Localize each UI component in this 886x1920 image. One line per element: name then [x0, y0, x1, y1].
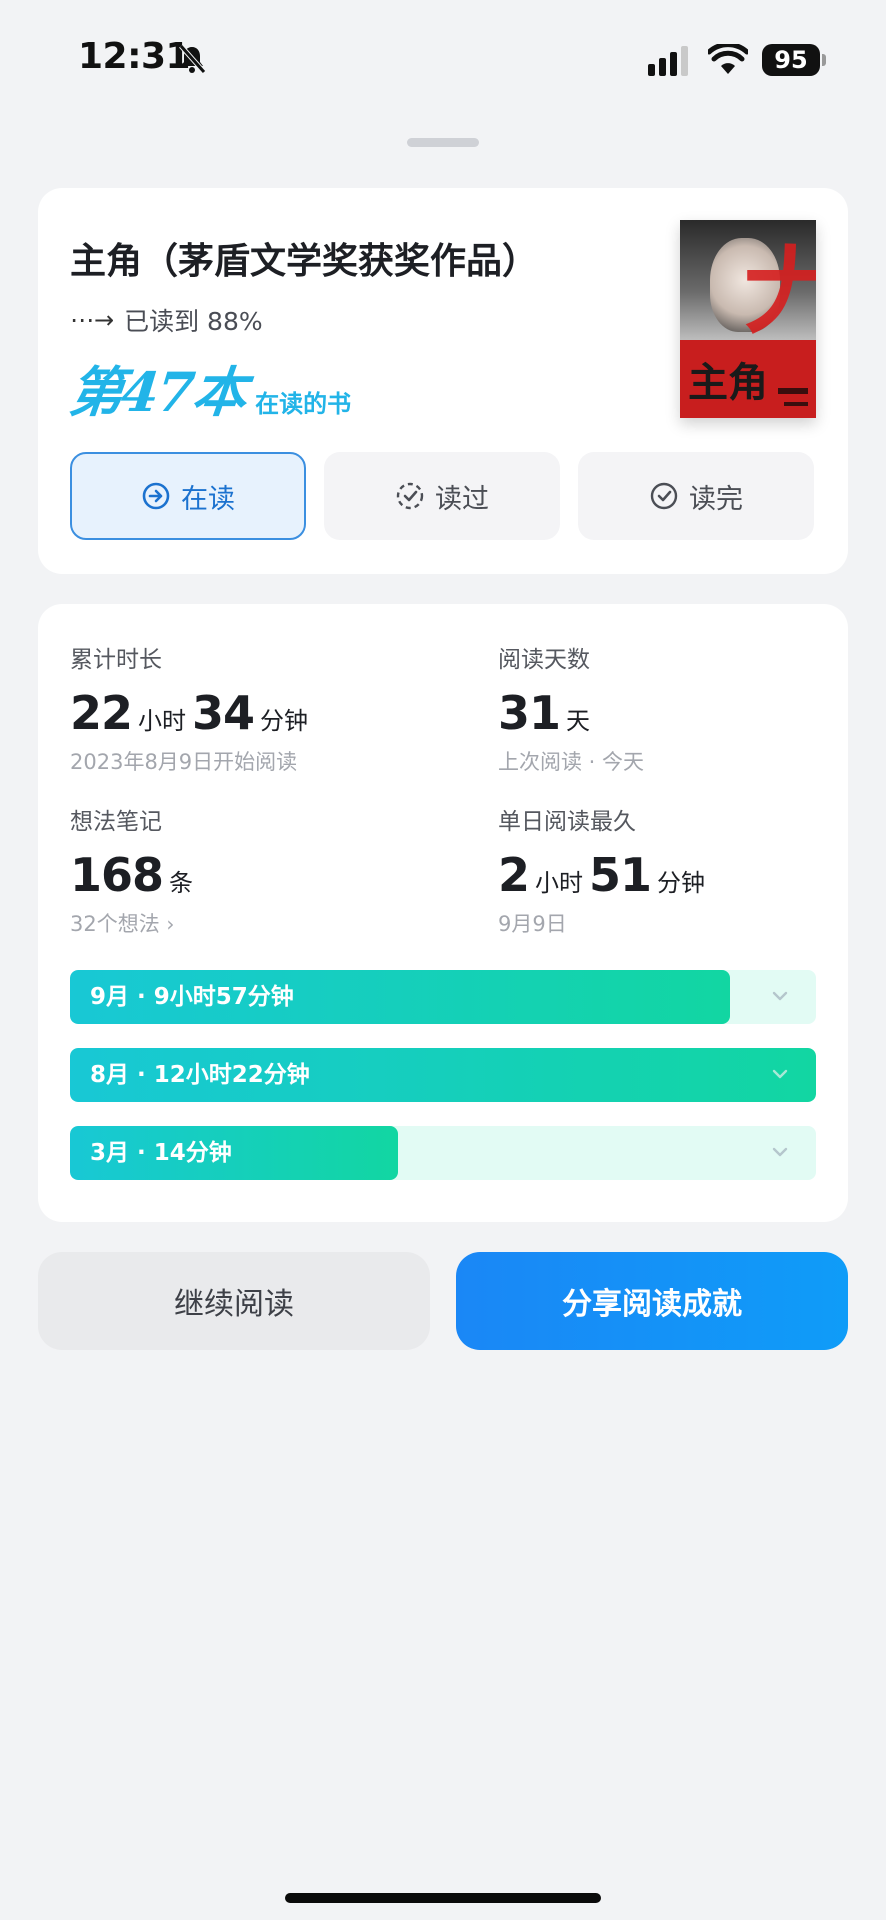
battery-indicator: 95 [762, 44, 826, 76]
status-reading-button[interactable]: 在读 [70, 452, 306, 540]
stat-notes[interactable]: 想法笔记 168 条 32个想法 › [70, 802, 430, 938]
month-bar-label: 3月 · 14分钟 [90, 1140, 232, 1166]
continue-reading-button[interactable]: 继续阅读 [38, 1252, 430, 1350]
stat-longest-day: 单日阅读最久 2 小时 51 分钟 9月9日 [498, 802, 858, 938]
stat-total-time: 累计时长 22 小时 34 分钟 2023年8月9日开始阅读 [70, 640, 430, 776]
book-card: 主角（茅盾文学奖获奖作品） ⋯→ 已读到 88% 第47本 在读的书 𠂇 主角 … [38, 188, 848, 574]
stat-number: 31 [498, 686, 561, 740]
wifi-icon [708, 44, 748, 74]
cover-calligraphy: 𠂇 [740, 232, 816, 350]
status-finished-button[interactable]: 读完 [578, 452, 814, 540]
stat-value: 22 小时 34 分钟 [70, 686, 430, 740]
stat-hours: 22 [70, 686, 133, 740]
stat-label: 想法笔记 [70, 809, 162, 835]
stat-minutes-unit: 分钟 [657, 869, 706, 897]
home-indicator[interactable] [285, 1893, 601, 1903]
cellular-signal-icon [648, 46, 688, 76]
stat-label: 单日阅读最久 [498, 809, 636, 835]
reading-progress: ⋯→ 已读到 88% [70, 302, 263, 338]
stat-hours-unit: 小时 [138, 707, 187, 735]
stat-hours: 2 [498, 848, 530, 902]
stat-sub: 9月9日 [498, 912, 567, 936]
stat-hours-unit: 小时 [535, 869, 584, 897]
chevron-right-icon: › [166, 912, 175, 936]
month-bar-label: 9月 · 9小时57分钟 [90, 984, 294, 1010]
month-bar-label: 8月 · 12小时22分钟 [90, 1062, 310, 1088]
dotted-arrow-icon: ⋯→ [70, 306, 115, 334]
rank-number: 第47本 [66, 360, 249, 424]
month-bar-march[interactable]: 3月 · 14分钟 [70, 1126, 816, 1180]
share-achievement-button[interactable]: 分享阅读成就 [456, 1252, 848, 1350]
stat-label: 累计时长 [70, 647, 162, 673]
status-read-before-label: 读过 [435, 483, 489, 515]
book-title: 主角（茅盾文学奖获奖作品） [70, 241, 539, 282]
rank-suffix: 在读的书 [255, 389, 352, 418]
chevron-down-icon [772, 991, 788, 1001]
chevron-down-icon [772, 1147, 788, 1157]
reading-stats-card: 累计时长 22 小时 34 分钟 2023年8月9日开始阅读 阅读天数 31 天… [38, 604, 848, 1222]
month-bar-september[interactable]: 9月 · 9小时57分钟 [70, 970, 816, 1024]
stat-minutes: 51 [589, 848, 652, 902]
stat-minutes-unit: 分钟 [260, 707, 309, 735]
reading-rank: 第47本 在读的书 [66, 348, 352, 427]
stat-value: 31 天 [498, 686, 858, 740]
book-cover[interactable]: 𠂇 主角 [680, 220, 816, 418]
status-finished-label: 读完 [689, 483, 743, 515]
cover-title: 主角 [688, 359, 768, 406]
thoughts-count: 32个想法 [70, 912, 160, 936]
stat-sub: 上次阅读 · 今天 [498, 750, 645, 774]
dashed-check-circle-icon [396, 482, 424, 510]
stat-number: 168 [70, 848, 164, 902]
stat-unit: 天 [566, 707, 591, 735]
cover-author-mark [778, 388, 808, 394]
sheet-grabber[interactable] [407, 138, 479, 147]
chevron-down-icon [772, 1069, 788, 1079]
status-read-before-button[interactable]: 读过 [324, 452, 560, 540]
cover-publisher-mark [784, 402, 808, 406]
stat-unit: 条 [169, 869, 194, 897]
stat-reading-days: 阅读天数 31 天 上次阅读 · 今天 [498, 640, 858, 776]
stat-sub: 2023年8月9日开始阅读 [70, 750, 298, 774]
bell-muted-icon [179, 44, 206, 74]
stat-sub-link[interactable]: 32个想法 › [70, 908, 430, 938]
battery-level: 95 [762, 44, 820, 76]
stat-value: 168 条 [70, 848, 430, 902]
status-time: 12:31 [78, 36, 191, 77]
stat-value: 2 小时 51 分钟 [498, 848, 858, 902]
progress-text: 已读到 88% [124, 307, 263, 336]
status-bar: 12:31 95 [0, 0, 886, 120]
stat-minutes: 34 [192, 686, 255, 740]
check-circle-icon [650, 482, 678, 510]
month-bar-august[interactable]: 8月 · 12小时22分钟 [70, 1048, 816, 1102]
status-reading-label: 在读 [181, 483, 235, 515]
stat-label: 阅读天数 [498, 647, 590, 673]
arrow-circle-icon [142, 482, 170, 510]
battery-nub [822, 54, 826, 66]
